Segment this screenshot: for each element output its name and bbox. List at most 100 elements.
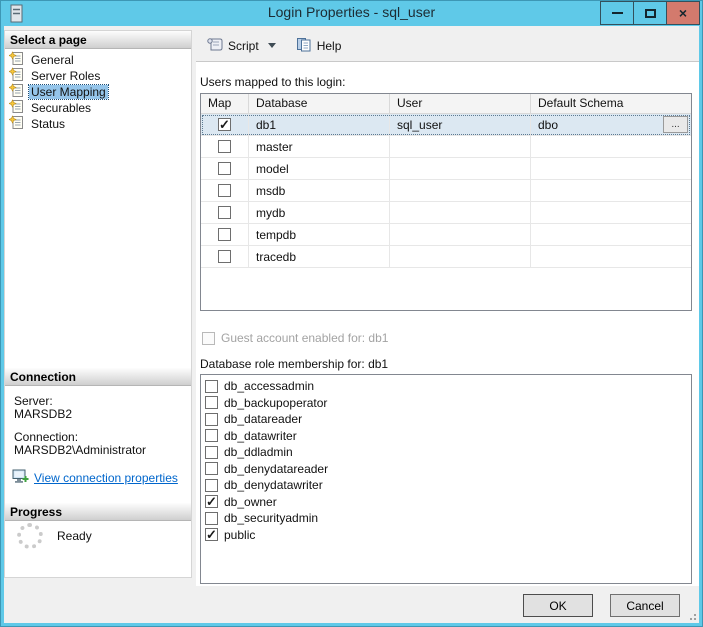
role-checkbox[interactable] <box>205 412 218 426</box>
map-checkbox[interactable] <box>218 228 231 241</box>
server-value: MARSDB2 <box>14 407 73 421</box>
user-cell: sql_user <box>390 114 531 135</box>
role-item-db_backupoperator[interactable]: db_backupoperator <box>201 395 691 412</box>
map-checkbox[interactable] <box>218 250 231 263</box>
progress-spinner-icon <box>17 523 43 549</box>
user-cell <box>390 224 531 245</box>
guest-account-row: Guest account enabled for: db1 <box>202 331 388 345</box>
guest-account-label: Guest account enabled for: db1 <box>221 331 389 345</box>
role-item-db_datawriter[interactable]: db_datawriter <box>201 428 691 445</box>
role-checkbox[interactable] <box>205 396 218 410</box>
role-item-db_ddladmin[interactable]: db_ddladmin <box>201 444 691 461</box>
table-row-db1[interactable]: db1 sql_user dbo ... <box>201 114 691 136</box>
sidebar-item-label: Securables <box>31 101 92 115</box>
role-checkbox[interactable] <box>205 527 218 543</box>
page-list: General Server Roles User Mapping Secura… <box>5 49 191 132</box>
column-header-map: Map <box>201 94 249 113</box>
map-checkbox[interactable] <box>218 140 231 153</box>
table-row-model[interactable]: model <box>201 158 691 180</box>
role-item-db_owner[interactable]: db_owner <box>201 494 691 510</box>
sidebar-item-user-mapping[interactable]: User Mapping <box>5 83 191 100</box>
database-cell: tempdb <box>249 224 390 245</box>
resize-grip[interactable] <box>686 610 696 620</box>
map-checkbox[interactable] <box>218 162 231 175</box>
table-row-tracedb[interactable]: tracedb <box>201 246 691 268</box>
sidebar-item-label: Server Roles <box>31 69 101 83</box>
window-controls: × <box>600 1 700 25</box>
role-checkbox[interactable] <box>205 478 218 492</box>
database-cell: model <box>249 158 390 179</box>
cancel-button[interactable]: Cancel <box>610 594 680 617</box>
window-title: Login Properties - sql_user <box>267 4 436 20</box>
role-checkbox[interactable] <box>205 379 218 393</box>
toolbar: Script Help <box>196 30 699 61</box>
role-item-db_denydatawriter[interactable]: db_denydatawriter <box>201 477 691 494</box>
column-header-database: Database <box>249 94 390 113</box>
role-membership-label: Database role membership for: db1 <box>200 357 389 371</box>
script-icon <box>207 37 223 54</box>
computer-icon <box>12 469 29 487</box>
role-name: db_securityadmin <box>224 511 319 526</box>
role-checkbox[interactable] <box>205 494 218 510</box>
map-checkbox[interactable] <box>218 117 231 133</box>
sidebar-item-status[interactable]: Status <box>5 115 191 132</box>
script-button-label: Script <box>228 38 259 53</box>
close-icon: × <box>678 5 688 21</box>
database-cell: msdb <box>249 180 390 201</box>
table-row-msdb[interactable]: msdb <box>201 180 691 202</box>
maximize-icon <box>644 8 656 18</box>
help-button[interactable]: Help <box>291 35 347 57</box>
role-item-public[interactable]: public <box>201 527 691 543</box>
sidebar-item-securables[interactable]: Securables <box>5 99 191 116</box>
minimize-button[interactable] <box>600 1 634 25</box>
map-checkbox[interactable] <box>218 206 231 219</box>
role-checkbox[interactable] <box>205 429 218 443</box>
connection-info: Server: MARSDB2 Connection: MARSDB2\Admi… <box>12 395 189 487</box>
user-cell <box>390 202 531 223</box>
role-checkbox[interactable] <box>205 462 218 476</box>
minimize-icon <box>611 12 623 14</box>
database-cell: db1 <box>249 114 390 135</box>
user-cell <box>390 180 531 201</box>
browse-button[interactable]: ... <box>663 116 688 133</box>
column-header-user: User <box>390 94 531 113</box>
role-checkbox[interactable] <box>205 511 218 525</box>
close-button[interactable]: × <box>666 1 700 25</box>
table-row-tempdb[interactable]: tempdb <box>201 224 691 246</box>
sidebar-item-label: User Mapping <box>28 84 109 100</box>
maximize-button[interactable] <box>633 1 667 25</box>
default-schema-cell: dbo <box>538 117 559 132</box>
progress-status: Ready <box>57 529 92 543</box>
role-item-db_datareader[interactable]: db_datareader <box>201 411 691 428</box>
ok-button[interactable]: OK <box>523 594 593 617</box>
help-button-label: Help <box>316 38 342 53</box>
table-row-master[interactable]: master <box>201 136 691 158</box>
sidebar: Select a page General Server Roles User … <box>4 30 192 578</box>
mapping-table-header: Map Database User Default Schema <box>201 94 691 114</box>
sidebar-item-label: General <box>31 53 74 67</box>
sidebar-item-label: Status <box>31 117 66 131</box>
mapping-table: Map Database User Default Schema db1 sql… <box>200 93 692 311</box>
sidebar-item-server-roles[interactable]: Server Roles <box>5 67 191 84</box>
select-a-page-header: Select a page <box>5 31 191 49</box>
script-button[interactable]: Script <box>202 35 281 56</box>
login-properties-window: Login Properties - sql_user × Select a p… <box>0 0 703 627</box>
titlebar[interactable]: Login Properties - sql_user × <box>0 0 703 26</box>
role-item-db_denydatareader[interactable]: db_denydatareader <box>201 461 691 478</box>
progress-area: Ready <box>17 523 92 549</box>
role-item-db_securityadmin[interactable]: db_securityadmin <box>201 510 691 527</box>
role-name: db_ddladmin <box>224 445 293 460</box>
map-checkbox[interactable] <box>218 184 231 197</box>
role-item-db_accessadmin[interactable]: db_accessadmin <box>201 378 691 395</box>
role-name: db_denydatareader <box>224 461 329 476</box>
connection-value: MARSDB2\Administrator <box>14 443 147 457</box>
mapping-section-label: Users mapped to this login: <box>200 75 346 89</box>
sidebar-item-general[interactable]: General <box>5 51 191 68</box>
mapping-table-body: db1 sql_user dbo ... master model msdb <box>201 114 691 268</box>
column-header-default-schema: Default Schema <box>538 96 624 110</box>
chevron-down-icon <box>267 43 276 48</box>
view-connection-properties-link[interactable]: View connection properties <box>34 471 178 485</box>
table-row-mydb[interactable]: mydb <box>201 202 691 224</box>
role-name: db_datareader <box>224 412 303 427</box>
role-checkbox[interactable] <box>205 445 218 459</box>
